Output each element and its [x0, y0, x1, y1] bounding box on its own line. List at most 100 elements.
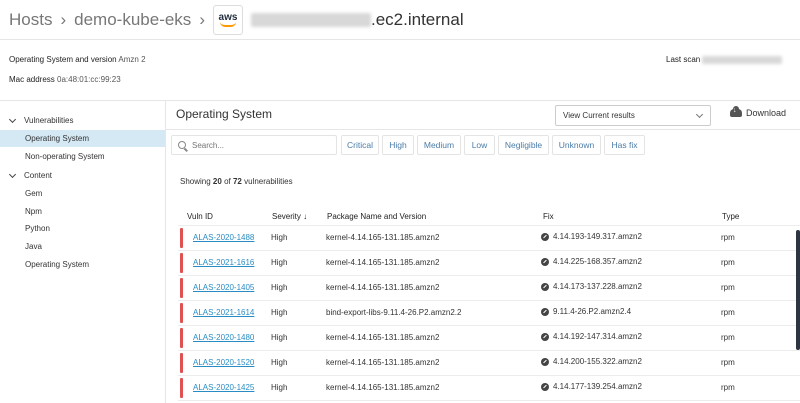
type-cell: rpm	[721, 383, 735, 392]
vuln-id-link[interactable]: ALAS-2020-1488	[193, 233, 254, 242]
severity-indicator	[180, 228, 183, 248]
type-cell: rpm	[721, 258, 735, 267]
severity-cell: High	[271, 383, 288, 392]
severity-cell: High	[271, 308, 288, 317]
severity-cell: High	[271, 333, 288, 342]
row-divider	[178, 350, 800, 351]
sidebar: Vulnerabilities Operating System Non-ope…	[0, 100, 166, 403]
download-button[interactable]: Download	[730, 106, 787, 118]
vuln-id-link[interactable]: ALAS-2020-1520	[193, 358, 254, 367]
search-box[interactable]	[171, 135, 337, 155]
sidebar-item-label: Operating System	[25, 134, 90, 143]
column-header-type[interactable]: Type	[722, 212, 739, 221]
fix-version: 4.14.192-147.314.amzn2	[553, 332, 642, 341]
severity-indicator	[180, 353, 183, 373]
vuln-id-link[interactable]: ALAS-2021-1614	[193, 308, 254, 317]
table-header-divider	[178, 225, 800, 226]
fix-cell: 4.14.225-168.357.amzn2	[541, 257, 642, 266]
row-divider	[178, 250, 800, 251]
package-cell: bind-export-libs-9.11.4-26.P2.amzn2.2	[326, 308, 462, 317]
severity-cell: High	[271, 358, 288, 367]
fix-version: 4.14.200-155.322.amzn2	[553, 357, 642, 366]
fix-available-icon	[541, 282, 549, 291]
sidebar-item-npm[interactable]: Npm	[0, 203, 165, 220]
column-header-fix[interactable]: Fix	[543, 212, 554, 221]
column-header-vuln-id[interactable]: Vuln ID	[187, 212, 213, 221]
sidebar-item-java[interactable]: Java	[0, 238, 165, 255]
filter-unknown[interactable]: Unknown	[552, 135, 601, 155]
fix-cell: 4.14.193-149.317.amzn2	[541, 232, 642, 241]
results-count: Showing 20 of 72 vulnerabilities	[180, 177, 293, 186]
filter-medium[interactable]: Medium	[417, 135, 461, 155]
sidebar-item-python[interactable]: Python	[0, 220, 165, 237]
sidebar-item-non-operating-system[interactable]: Non-operating System	[0, 148, 165, 165]
table-row: ALAS-2020-1520 High kernel-4.14.165-131.…	[178, 352, 800, 374]
sidebar-item-label: Gem	[25, 189, 43, 198]
severity-cell: High	[271, 233, 288, 242]
filter-high[interactable]: High	[382, 135, 414, 155]
divider	[166, 129, 800, 130]
row-divider	[178, 375, 800, 376]
type-cell: rpm	[721, 233, 735, 242]
vuln-id-link[interactable]: ALAS-2020-1425	[193, 383, 254, 392]
os-label: Operating System and version	[9, 55, 117, 64]
sidebar-section-vulnerabilities[interactable]: Vulnerabilities	[0, 112, 165, 129]
host-name-redacted	[250, 12, 371, 27]
breadcrumb-cluster[interactable]: demo-kube-eks	[74, 10, 191, 30]
fix-available-icon	[541, 232, 549, 241]
os-info: Operating System and version Amzn 2	[9, 55, 146, 64]
download-label: Download	[746, 108, 787, 118]
fix-cell: 9.11.4-26.P2.amzn2.4	[541, 307, 631, 316]
breadcrumb-separator-icon: ›	[60, 9, 67, 29]
sidebar-section-content[interactable]: Content	[0, 167, 165, 184]
fix-version: 4.14.173-137.228.amzn2	[553, 282, 642, 291]
scrollbar[interactable]	[796, 230, 800, 350]
package-cell: kernel-4.14.165-131.185.amzn2	[326, 283, 440, 292]
sidebar-item-content-operating-system[interactable]: Operating System	[0, 256, 165, 273]
filter-has-fix[interactable]: Has fix	[604, 135, 645, 155]
severity-indicator	[180, 253, 183, 273]
fix-cell: 4.14.200-155.322.amzn2	[541, 357, 642, 366]
view-results-select[interactable]: View Current results	[555, 105, 711, 126]
search-input[interactable]	[192, 140, 322, 150]
chevron-down-icon	[695, 110, 704, 119]
package-cell: kernel-4.14.165-131.185.amzn2	[326, 233, 440, 242]
last-scan-info: Last scan	[666, 55, 783, 64]
fix-available-icon	[541, 257, 549, 266]
page-title: Operating System	[176, 107, 273, 121]
filter-negligible[interactable]: Negligible	[498, 135, 549, 155]
aws-smile-icon	[219, 22, 236, 27]
fix-available-icon	[541, 382, 549, 391]
severity-indicator	[180, 328, 183, 348]
vuln-id-link[interactable]: ALAS-2020-1480	[193, 333, 254, 342]
severity-indicator	[180, 303, 183, 323]
sidebar-item-gem[interactable]: Gem	[0, 185, 165, 202]
severity-indicator	[180, 378, 183, 398]
package-cell: kernel-4.14.165-131.185.amzn2	[326, 333, 440, 342]
main-panel: Operating System View Current results Do…	[166, 100, 800, 403]
vuln-id-link[interactable]: ALAS-2020-1405	[193, 283, 254, 292]
column-header-package[interactable]: Package Name and Version	[327, 212, 426, 221]
vuln-id-link[interactable]: ALAS-2021-1616	[193, 258, 254, 267]
filter-low[interactable]: Low	[464, 135, 495, 155]
table-row: ALAS-2021-1614 High bind-export-libs-9.1…	[178, 302, 800, 324]
last-scan-value-redacted	[702, 55, 783, 64]
fix-available-icon	[541, 332, 549, 341]
fix-version: 9.11.4-26.P2.amzn2.4	[553, 307, 632, 316]
table-row: ALAS-2021-1616 High kernel-4.14.165-131.…	[178, 252, 800, 274]
view-results-select-value: View Current results	[563, 111, 635, 120]
sidebar-item-operating-system[interactable]: Operating System	[0, 130, 165, 147]
filter-critical[interactable]: Critical	[341, 135, 379, 155]
breadcrumb-host: .ec2.internal	[370, 9, 464, 29]
sidebar-item-label: Non-operating System	[25, 152, 105, 161]
breadcrumb-hosts[interactable]: Hosts	[9, 10, 52, 30]
showing-count: 20	[212, 177, 222, 186]
type-cell: rpm	[721, 308, 735, 317]
fix-cell: 4.14.173-137.228.amzn2	[541, 282, 642, 291]
column-header-severity[interactable]: Severity ↓	[272, 212, 307, 221]
showing-suffix: vulnerabilities	[244, 177, 293, 186]
fix-version: 4.14.225-168.357.amzn2	[553, 257, 642, 266]
sidebar-item-label: Python	[25, 224, 50, 233]
sidebar-section-label: Vulnerabilities	[24, 116, 74, 125]
breadcrumb-separator-icon: ›	[199, 9, 205, 29]
